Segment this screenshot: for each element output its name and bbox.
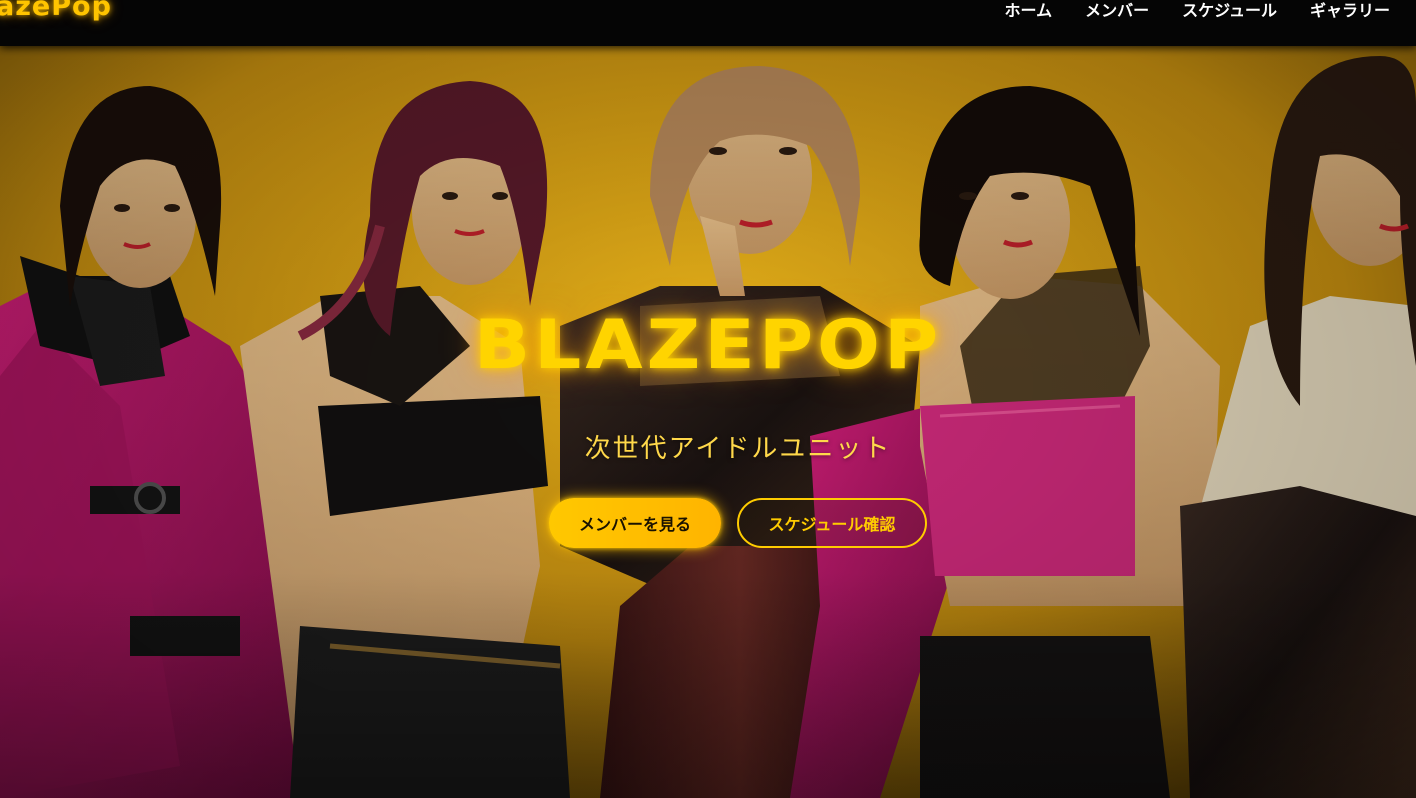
main-nav: ホーム メンバー スケジュール ギャラリー (1005, 0, 1390, 21)
nav-home[interactable]: ホーム (1005, 0, 1053, 21)
check-schedule-button[interactable]: スケジュール確認 (737, 498, 927, 548)
site-logo[interactable]: azePop (0, 0, 112, 22)
hero-subtitle: 次世代アイドルユニット (584, 434, 892, 464)
hero-title: BLAZEPOP (473, 305, 943, 385)
site-header: azePop ホーム メンバー スケジュール ギャラリー (0, 0, 1416, 46)
nav-schedule[interactable]: スケジュール (1182, 0, 1277, 21)
nav-members[interactable]: メンバー (1085, 0, 1149, 21)
hero-section: BLAZEPOP 次世代アイドルユニット メンバーを見る スケジュール確認 (0, 46, 1416, 798)
nav-gallery[interactable]: ギャラリー (1310, 0, 1390, 21)
page: azePop ホーム メンバー スケジュール ギャラリー BLAZEPOP 次世… (0, 0, 1416, 798)
view-members-button[interactable]: メンバーを見る (549, 498, 721, 548)
hero-content: BLAZEPOP 次世代アイドルユニット メンバーを見る スケジュール確認 (0, 46, 1416, 798)
